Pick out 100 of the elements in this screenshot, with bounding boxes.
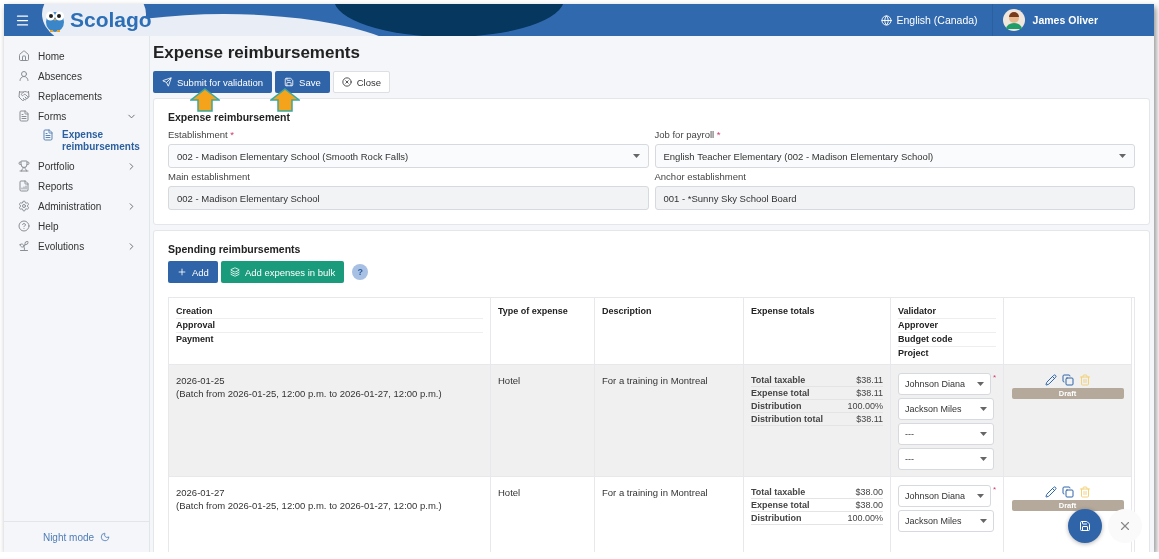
select-field[interactable]: English Teacher Elementary (002 - Madison Elementary School) [654,144,1135,168]
trash-icon [1078,486,1091,498]
caret-icon [632,154,640,158]
up-arrow [190,88,220,112]
caret-icon [980,432,987,436]
sidebar-icon [18,240,30,252]
sidebar-item[interactable]: Forms [4,106,149,126]
select-field[interactable]: --- [898,448,994,470]
copy-button[interactable] [1061,486,1074,498]
help-button[interactable]: ? [352,264,369,280]
save-icon [1079,520,1091,532]
close-icon [341,77,352,87]
total-label: Distribution [751,513,802,523]
copy-button[interactable] [1061,374,1074,386]
menu-icon [14,12,30,28]
plus-icon [177,267,187,277]
sidebar-item[interactable]: Absences [4,66,149,86]
up-arrow [270,88,300,112]
sidebar-item[interactable]: Home [4,46,149,66]
select-field[interactable]: Jackson Miles [898,398,994,420]
logo-text: Scolago [70,8,152,32]
total-value: $38.11 [856,388,883,398]
caret-icon [980,457,987,461]
select-field[interactable]: Jackson Miles [898,510,994,532]
document-icon [42,129,54,141]
sidebar-icon [18,90,30,102]
expense-type: Hotel [498,486,522,499]
caret-icon [1119,154,1126,158]
user-menu[interactable]: James Oliver [991,4,1154,36]
copy-icon [1061,374,1074,386]
close-icon [1118,519,1132,533]
sidebar-subitem[interactable]: Expense reimbursements [4,126,149,156]
pencil-icon [1044,486,1057,498]
required-mark: * [992,373,996,382]
sidebar-item[interactable]: Portfolio [4,156,149,176]
total-label: Distribution total [751,414,823,424]
total-value: 100.00% [847,513,883,523]
trash-icon [1078,374,1091,386]
language-selector[interactable]: English (Canada) [873,14,986,26]
action-button[interactable]: Submit for validation [153,71,273,93]
sidebar-icon [18,200,30,212]
date-text: 2026-01-25 [176,374,226,387]
column-header: Creation [176,305,483,319]
sidebar-icon [18,70,30,82]
caret-icon [976,494,984,498]
section-title: Expense reimbursement [168,111,291,123]
select-field[interactable]: Johnson Diana [898,373,991,395]
description-text: For a training in Montreal [602,374,709,387]
total-value: $38.11 [856,375,883,385]
edit-button[interactable] [1044,374,1057,386]
edit-button[interactable] [1044,486,1057,498]
pencil-icon [1044,374,1057,386]
total-value: 100.00% [847,401,883,411]
column-header: Expense totals [751,305,816,318]
sidebar-item[interactable]: Administration [4,196,149,216]
date-text: 2026-01-27 [176,486,226,499]
sidebar-item[interactable]: Help [4,216,149,236]
sidebar-icon [18,180,30,192]
batch-text: (Batch from 2026-01-25, 12:00 p.m. to 2026-01-27, 12:00 p.m.) [176,387,443,400]
save-icon [284,77,295,87]
required-mark: * [992,485,996,494]
description-text: For a training in Montreal [602,486,709,499]
total-value: $38.11 [856,414,883,424]
sidebar-item[interactable]: Replacements [4,86,149,106]
total-label: Distribution [751,401,802,411]
action-button[interactable]: Close [332,71,391,93]
column-header: Payment [176,333,215,346]
select-field[interactable]: 002 - Madison Elementary School (Smooth Rock Falls) [168,144,649,168]
readonly-field[interactable]: 002 - Madison Elementary School [168,186,649,210]
sidebar-icon [18,110,30,122]
batch-text: (Batch from 2026-01-25, 12:00 p.m. to 2026-01-27, 12:00 p.m.) [176,499,443,512]
column-header: Approval [176,319,483,333]
sidebar-icon [18,220,30,232]
copy-icon [1061,486,1074,498]
caret-icon [980,519,987,523]
total-value: $38.00 [855,487,883,497]
field-label: Establishment * [168,129,235,140]
total-label: Expense total [751,500,810,510]
page-title: Expense reimbursements [153,42,361,64]
total-label: Total taxable [751,375,806,385]
field-label: Main establishment [168,171,251,182]
column-header: Project [898,347,930,360]
readonly-field[interactable]: 001 - *Sunny Sky School Board [654,186,1135,210]
sidebar-item[interactable]: Evolutions [4,236,149,256]
total-label: Total taxable [751,487,806,497]
field-label: Anchor establishment [654,171,747,182]
column-header: Type of expense [498,305,569,318]
caret-icon [980,407,987,411]
moon-icon [100,532,111,542]
total-label: Expense total [751,388,810,398]
send-icon [162,77,172,87]
select-field[interactable]: Johnson Diana [898,485,991,507]
night-mode-button[interactable]: Night mode [4,521,149,552]
globe-icon [881,14,893,26]
avatar-icon [1002,9,1025,31]
action-button[interactable]: Save [275,71,330,93]
stack-icon [229,267,240,277]
select-field[interactable]: --- [898,423,994,445]
add-button[interactable]: Add [168,261,218,283]
sidebar-item[interactable]: Reports [4,176,149,196]
